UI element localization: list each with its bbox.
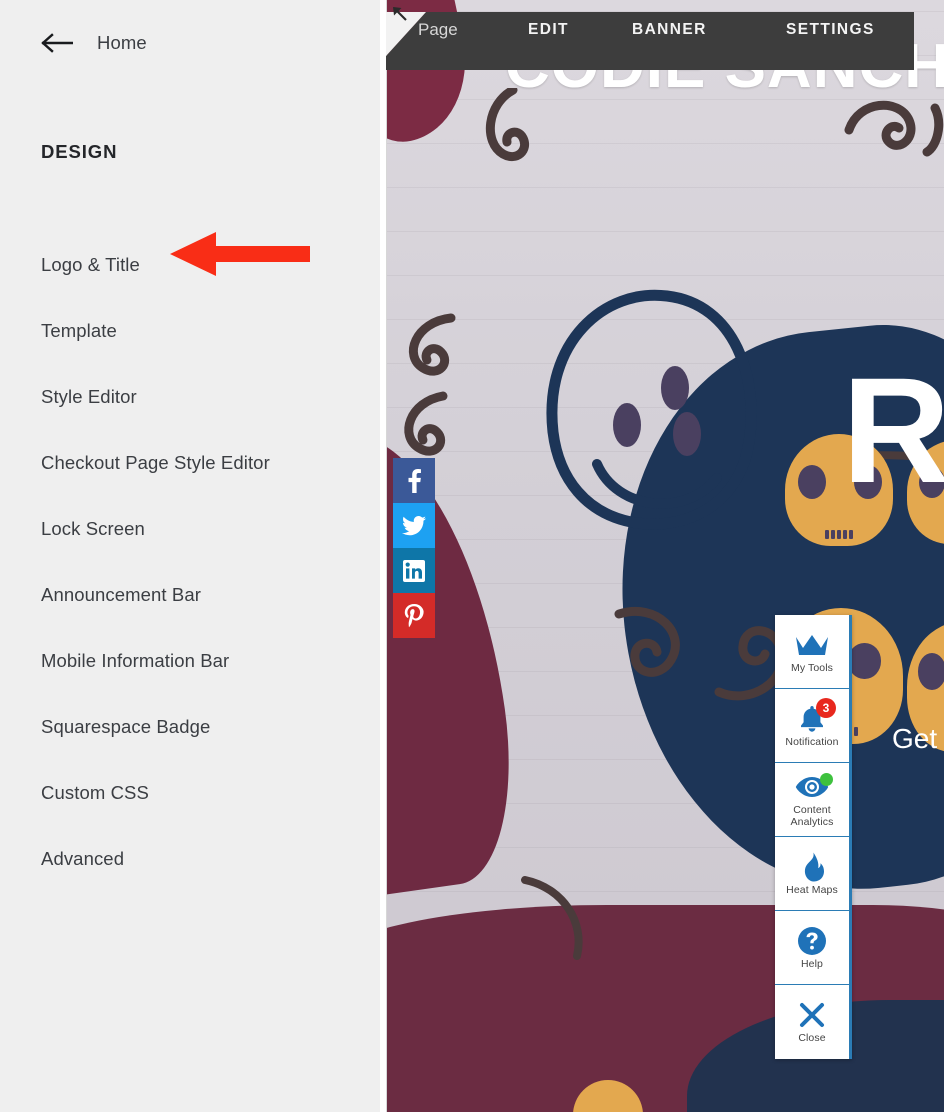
close-x-icon [798, 999, 826, 1031]
social-twitter-button[interactable] [393, 503, 435, 548]
twitter-icon [402, 515, 426, 536]
back-to-home-label: Home [97, 32, 147, 53]
editor-toolbar-items: Page EDIT BANNER SETTINGS [380, 0, 908, 58]
banner-image [387, 0, 944, 1112]
design-menu-list: Logo & Title Template Style Editor Check… [0, 232, 380, 892]
arrow-left-icon [40, 33, 76, 53]
status-dot [820, 773, 833, 786]
tool-item-close[interactable]: Close [775, 985, 849, 1059]
toolbar-banner-button[interactable]: BANNER [632, 21, 707, 39]
sidebar-item-mobile-information-bar[interactable]: Mobile Information Bar [0, 628, 380, 694]
sidebar-item-label: Squarespace Badge [41, 715, 211, 737]
sidebar-item-custom-css[interactable]: Custom CSS [0, 760, 380, 826]
floating-tool-panel: My Tools 3 Notification Content Analytic… [775, 615, 852, 1059]
sidebar-item-squarespace-badge[interactable]: Squarespace Badge [0, 694, 380, 760]
sidebar-item-template[interactable]: Template [0, 298, 380, 364]
tool-item-label: My Tools [790, 661, 834, 674]
tool-item-label: Content Analytics [791, 805, 834, 827]
tool-item-help[interactable]: Help [775, 911, 849, 985]
sidebar-item-lock-screen[interactable]: Lock Screen [0, 496, 380, 562]
sidebar-item-label: Advanced [41, 847, 125, 869]
sidebar-item-label: Mobile Information Bar [41, 649, 230, 671]
banner-subtext: Get [892, 723, 938, 754]
tool-item-my-tools[interactable]: My Tools [775, 615, 849, 689]
flame-icon [799, 851, 825, 883]
social-linkedin-button[interactable] [393, 548, 435, 593]
mural-curl-1 [473, 88, 543, 178]
sidebar-item-label: Lock Screen [41, 517, 145, 539]
toolbar-page-label[interactable]: Page [418, 20, 458, 40]
tool-item-label-line2: Analytics [790, 815, 834, 828]
sidebar-item-label: Template [41, 319, 117, 341]
toolbar-settings-button[interactable]: SETTINGS [786, 21, 875, 39]
tool-item-heat-maps[interactable]: Heat Maps [775, 837, 849, 911]
sidebar-item-label: Style Editor [41, 385, 137, 407]
tool-item-label: Close [798, 1032, 826, 1045]
mural-curl-2 [393, 310, 473, 480]
sidebar-item-checkout-page-style-editor[interactable]: Checkout Page Style Editor [0, 430, 380, 496]
mural-curl-3 [839, 90, 944, 170]
design-sidebar: Home DESIGN Logo & Title Template Style … [0, 0, 380, 1112]
social-share-rail [393, 458, 435, 638]
page-title: DESIGN [41, 141, 118, 162]
back-to-home-button[interactable]: Home [40, 28, 147, 58]
banner-big-letter: R [842, 346, 944, 514]
social-facebook-button[interactable] [393, 458, 435, 503]
pinterest-icon [403, 603, 425, 628]
skull-teeth [825, 530, 853, 540]
sidebar-item-style-editor[interactable]: Style Editor [0, 364, 380, 430]
site-preview-pane: CODIE SANCHE R Get [380, 0, 944, 1112]
linkedin-icon [403, 559, 425, 582]
tool-item-label: Heat Maps [786, 883, 838, 896]
sidebar-item-label: Checkout Page Style Editor [41, 451, 270, 473]
tool-item-label: Notification [785, 735, 839, 748]
mural-stroke-2 [507, 870, 627, 980]
crown-icon [795, 629, 829, 661]
question-circle-icon [797, 925, 827, 957]
tool-item-label: Help [801, 957, 823, 970]
tool-item-content-analytics[interactable]: Content Analytics [775, 763, 849, 837]
sidebar-item-label: Announcement Bar [41, 583, 201, 605]
social-pinterest-button[interactable] [393, 593, 435, 638]
sidebar-item-label: Custom CSS [41, 781, 149, 803]
tool-item-notification[interactable]: 3 Notification [775, 689, 849, 763]
toolbar-edit-button[interactable]: EDIT [528, 21, 569, 39]
skull-eye [848, 643, 881, 679]
sidebar-item-advanced[interactable]: Advanced [0, 826, 380, 892]
preview-frame: CODIE SANCHE R Get [386, 0, 944, 1112]
skull-eye [797, 465, 827, 499]
mural-smiley-face [535, 282, 763, 534]
notification-badge: 3 [816, 698, 836, 718]
app-root: Home DESIGN Logo & Title Template Style … [0, 0, 944, 1112]
sidebar-item-logo-title[interactable]: Logo & Title [0, 232, 380, 298]
sidebar-item-announcement-bar[interactable]: Announcement Bar [0, 562, 380, 628]
skull-eye [917, 653, 944, 690]
facebook-icon [403, 468, 425, 493]
sidebar-item-label: Logo & Title [41, 253, 140, 275]
